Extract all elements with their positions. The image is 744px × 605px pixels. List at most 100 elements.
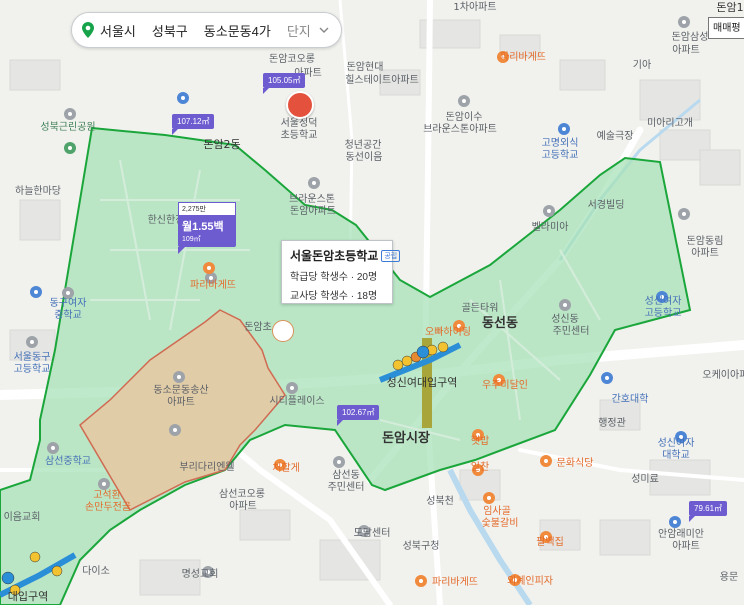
poi-dot — [64, 108, 76, 120]
map-label: 삼선코오롱 — [219, 489, 265, 500]
map-label: 안암래미안 — [658, 529, 704, 540]
map-label: 고명외식 — [541, 138, 579, 149]
map-label: 돈암현대 — [346, 62, 384, 73]
map-label: 파리바게뜨 — [432, 577, 478, 588]
location-pin-icon — [82, 22, 94, 38]
map-label: 돈암동림 — [686, 236, 724, 247]
rent-deposit: 2,275만 — [178, 202, 236, 216]
map-label: 돈암1 — [716, 1, 744, 14]
school-marker-icon[interactable] — [286, 91, 314, 119]
poi-dot — [678, 16, 690, 28]
map-label: 햇밥 — [470, 436, 490, 447]
trade-type-button[interactable]: 매매평 — [708, 17, 744, 39]
map-label: 초등학교 — [280, 130, 318, 141]
map-label: 문화식당 — [556, 458, 594, 469]
map-label: 브라운스톤아파트 — [423, 124, 497, 135]
map-label: 성신여자 — [657, 438, 695, 449]
poi-dot — [203, 262, 215, 274]
map-label: 미아리고개 — [647, 118, 693, 129]
map-label: 동구여자 — [49, 298, 87, 309]
map-label: 돈암삼성 — [671, 32, 709, 43]
map-label: 아파트 — [672, 45, 700, 56]
map-label: 동소문동송산 — [153, 385, 209, 396]
popup-title-row: 서울돈암초등학교 공립 — [290, 247, 401, 264]
chevron-down-icon[interactable] — [319, 26, 329, 34]
map-label: 명성교회 — [181, 569, 219, 580]
map-label: 일찬 — [470, 462, 490, 473]
school-info-popup[interactable]: 서울돈암초등학교 공립 학급당 학생수 · 20명 교사당 학생수 · 18명 — [281, 240, 401, 304]
students-per-teacher: 교사당 학생수 · 18명 — [290, 291, 378, 302]
price-tag[interactable]: 102.67㎡ — [337, 405, 380, 426]
map-label: 용문 — [719, 572, 739, 583]
map-label: 성신동 — [551, 314, 579, 325]
map-label: 고등학교 — [13, 364, 51, 375]
rent-price-marker[interactable]: 2,275만 월1.55백 109㎡ — [178, 202, 236, 254]
map-label: 아파트 — [167, 397, 195, 408]
map-label: 중학교 — [54, 310, 82, 321]
map-label: 돈암초 — [244, 322, 272, 333]
school-name: 서울돈암초등학교 — [290, 249, 379, 263]
map-label: 파리바게뜨 — [190, 280, 236, 291]
poi-dot — [333, 456, 345, 468]
breadcrumb-type[interactable]: 단지 — [287, 21, 311, 40]
map-label: 팔백집 — [536, 537, 564, 548]
poi-dot — [98, 478, 110, 490]
poi-dot — [173, 371, 185, 383]
school-marker-icon[interactable] — [272, 320, 294, 342]
map-label: 벨라미아 — [531, 222, 569, 233]
map-label: 삼선동 — [332, 470, 360, 481]
map-label: 골든타워 — [461, 303, 499, 314]
poi-dot — [458, 95, 470, 107]
map-label: 오빠하이팅 — [425, 327, 471, 338]
map-label: 임사골 — [483, 506, 511, 517]
map-label: 서울동구 — [13, 352, 51, 363]
map-label: 부리다리엔웰 — [179, 462, 235, 473]
breadcrumb-dong[interactable]: 동소문동4가 — [204, 21, 271, 40]
poi-dot — [559, 299, 571, 311]
poi-dot — [286, 382, 298, 394]
map-label: 하늘한마당 — [15, 186, 61, 197]
map-label: 힐스테이트아파트 — [345, 75, 419, 86]
price-tag[interactable]: 107.12㎡ — [172, 114, 215, 135]
map-label: 1차아파트 — [453, 2, 497, 13]
map-label: 아파트 — [672, 541, 700, 552]
map-label: 간호대학 — [611, 394, 649, 405]
map-label: 고등학교 — [644, 308, 682, 319]
map-label: 기아 — [632, 60, 652, 71]
poi-dot — [678, 208, 690, 220]
map-label: 행정관 — [598, 418, 626, 429]
map-label: 고등학교 — [541, 150, 579, 161]
map-label: 성북근린공원 — [40, 122, 96, 133]
map-label: 예술극장 — [596, 131, 634, 142]
poi-dot — [47, 442, 59, 454]
map-label: 아파트 — [691, 248, 719, 259]
map-label: 주민센터 — [552, 326, 590, 337]
school-type-badge: 공립 — [381, 249, 401, 262]
map-label: 다이소 — [82, 566, 110, 577]
breadcrumb-district[interactable]: 성북구 — [152, 21, 188, 40]
map-label: 브라운스톤 — [289, 194, 335, 205]
breadcrumb-city[interactable]: 서울시 — [100, 21, 136, 40]
poi-dot — [308, 177, 320, 189]
map-label: 삼선중학교 — [45, 456, 91, 467]
map-label: 아파트 — [229, 501, 257, 512]
map-label: 돈암이수 — [445, 112, 483, 123]
breadcrumb[interactable]: 서울시 성북구 동소문동4가 단지 — [71, 12, 342, 48]
map-label: 외계인피자 — [507, 576, 553, 587]
price-tag[interactable]: 105.05㎡ — [263, 73, 306, 94]
map-label: 대학교 — [662, 450, 690, 461]
rent-area: 109㎡ — [182, 236, 201, 243]
map-label: 돈암코오롱 — [269, 54, 315, 65]
rent-monthly: 월1.55백 — [182, 221, 224, 233]
price-tag[interactable]: 79.61㎡ — [689, 501, 728, 522]
poi-dot — [169, 424, 181, 436]
map-label: 주민센터 — [327, 482, 365, 493]
map-label: 돈암2동 — [203, 138, 241, 151]
map-label: 동선동 — [482, 316, 518, 331]
poi-dot — [483, 492, 495, 504]
poi-dot — [64, 142, 76, 154]
students-per-class: 학급당 학생수 · 20명 — [290, 272, 378, 283]
map-label: 우주미달인 — [482, 380, 528, 391]
map-label: 청년공간 — [344, 140, 382, 151]
map-label: 동선이음 — [345, 152, 383, 163]
